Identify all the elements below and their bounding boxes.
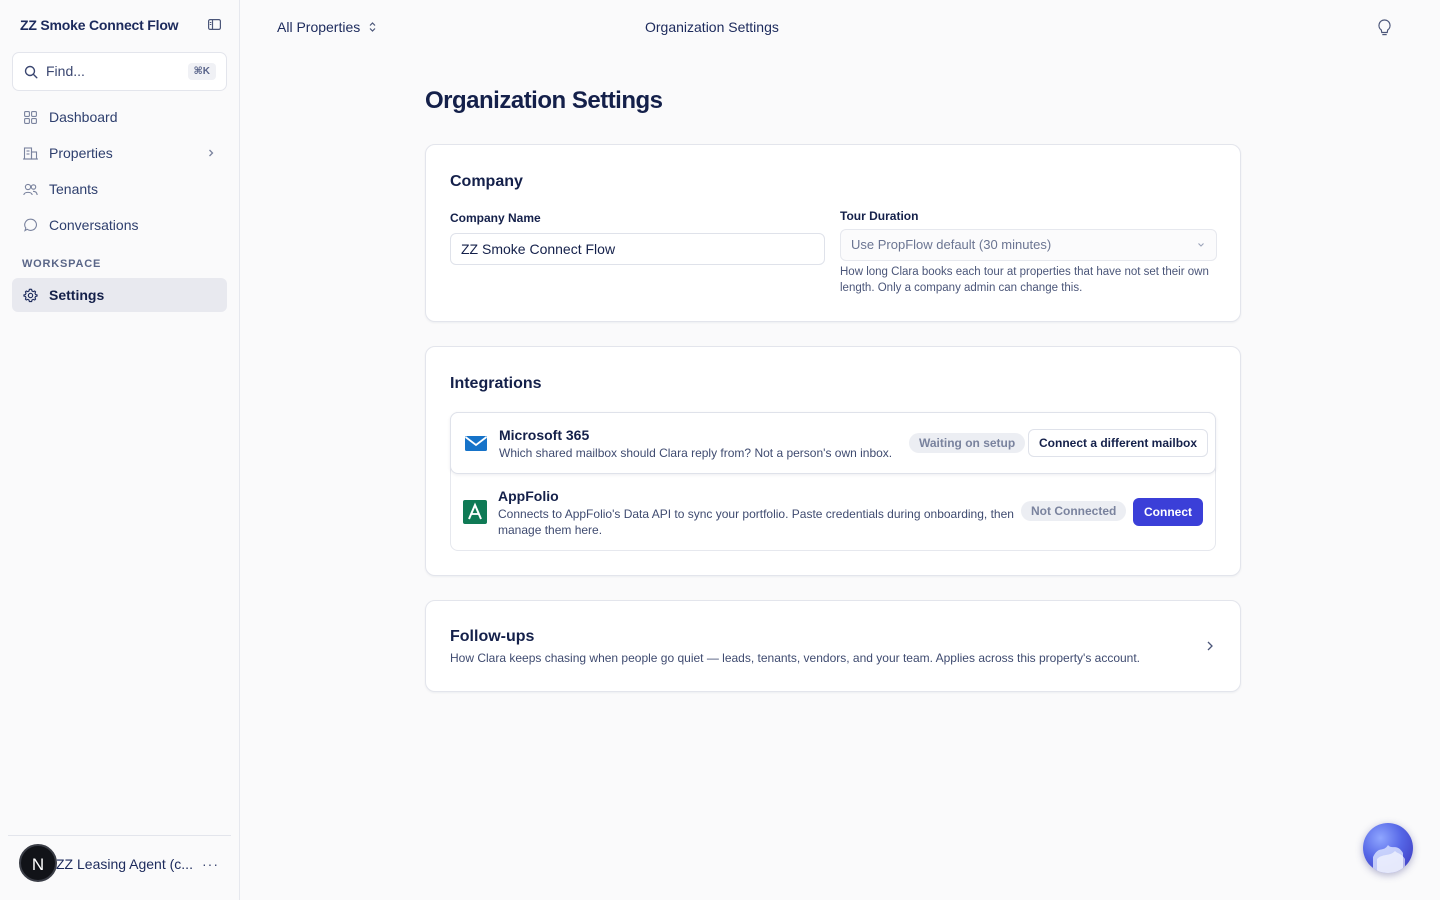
microsoft-365-name: Microsoft 365 bbox=[499, 427, 590, 443]
chat-icon bbox=[23, 218, 38, 233]
company-name-input[interactable]: ZZ Smoke Connect Flow bbox=[450, 233, 825, 265]
chevron-right-icon[interactable] bbox=[207, 147, 215, 159]
connect-different-mailbox-button[interactable]: Connect a different mailbox bbox=[1028, 429, 1209, 457]
users-icon bbox=[23, 182, 38, 197]
sidebar-item-tenants[interactable]: Tenants bbox=[12, 172, 227, 206]
sidebar-item-label: Properties bbox=[49, 145, 113, 161]
chevron-right-icon bbox=[1207, 641, 1213, 651]
search-placeholder: Find... bbox=[46, 63, 85, 79]
search-box[interactable]: Find... ⌘K bbox=[12, 52, 227, 91]
appfolio-name: AppFolio bbox=[498, 488, 559, 504]
tour-duration-select[interactable]: Use PropFlow default (30 minutes) bbox=[840, 229, 1217, 261]
topbar-title: Organization Settings bbox=[645, 19, 779, 35]
sidebar-item-label: Conversations bbox=[49, 217, 139, 233]
sidebar-item-label: Tenants bbox=[49, 181, 99, 197]
assistant-orb-icon bbox=[1373, 845, 1405, 873]
tour-duration-value: Use PropFlow default (30 minutes) bbox=[851, 237, 1052, 252]
chevron-up-down-icon bbox=[369, 22, 376, 32]
appfolio-description: Connects to AppFolio's Data API to sync … bbox=[498, 507, 1014, 537]
avatar[interactable]: N bbox=[19, 844, 57, 882]
followups-description: How Clara keeps chasing when people go q… bbox=[450, 651, 1141, 665]
sidebar-item-settings[interactable]: Settings bbox=[12, 278, 227, 312]
search-icon bbox=[24, 65, 38, 79]
chevron-down-icon bbox=[1198, 243, 1204, 247]
gear-icon bbox=[23, 288, 38, 303]
status-badge: Not Connected bbox=[1021, 501, 1127, 521]
user-name: ZZ Leasing Agent (c... bbox=[56, 856, 193, 872]
top-bar: All Properties Organization Settings bbox=[240, 0, 1440, 56]
sidebar-item-conversations[interactable]: Conversations bbox=[12, 208, 227, 242]
connect-button[interactable]: Connect bbox=[1133, 498, 1203, 526]
sidebar: ZZ Smoke Connect Flow Find... ⌘K Dashboa… bbox=[0, 0, 240, 900]
mail-icon bbox=[464, 436, 488, 451]
sidebar-item-dashboard[interactable]: Dashboard bbox=[12, 100, 227, 134]
user-menu[interactable]: N ZZ Leasing Agent (c... ··· bbox=[8, 835, 231, 891]
sidebar-header: ZZ Smoke Connect Flow bbox=[20, 17, 224, 33]
tour-duration-label: Tour Duration bbox=[840, 209, 919, 223]
appfolio-logo-icon bbox=[463, 500, 487, 524]
microsoft-365-row: Microsoft 365 Which shared mailbox shoul… bbox=[450, 412, 1216, 474]
search-shortcut: ⌘K bbox=[187, 63, 216, 80]
grid-icon bbox=[23, 110, 38, 125]
appfolio-row: AppFolio Connects to AppFolio's Data API… bbox=[450, 474, 1216, 550]
sidebar-item-label: Dashboard bbox=[49, 109, 118, 125]
followups-heading: Follow-ups bbox=[450, 628, 535, 645]
integrations-heading: Integrations bbox=[450, 375, 542, 392]
workspace-title: ZZ Smoke Connect Flow bbox=[20, 17, 179, 33]
lightbulb-icon[interactable] bbox=[1377, 19, 1392, 37]
tour-duration-help: How long Clara books each tour at proper… bbox=[840, 266, 1209, 294]
workspace-section-label: WORKSPACE bbox=[22, 258, 102, 270]
sidebar-item-properties[interactable]: Properties bbox=[12, 136, 227, 170]
more-options-button[interactable]: ··· bbox=[202, 856, 219, 872]
page-title: Organization Settings bbox=[425, 87, 663, 114]
assistant-button[interactable] bbox=[1363, 823, 1413, 873]
property-switcher[interactable]: All Properties bbox=[277, 19, 377, 35]
company-card: Company Company Name ZZ Smoke Connect Fl… bbox=[425, 144, 1241, 322]
status-badge: Waiting on setup bbox=[909, 433, 1026, 453]
followups-card[interactable]: Follow-ups How Clara keeps chasing when … bbox=[425, 600, 1241, 692]
sidebar-toggle-icon[interactable] bbox=[208, 19, 221, 30]
building-icon bbox=[23, 146, 38, 161]
integrations-card: Integrations Microsoft 365 Which shared … bbox=[425, 346, 1241, 576]
microsoft-365-description: Which shared mailbox should Clara reply … bbox=[499, 446, 893, 460]
company-name-label: Company Name bbox=[450, 211, 541, 225]
property-switcher-label: All Properties bbox=[277, 19, 361, 35]
sidebar-item-label: Settings bbox=[49, 287, 105, 303]
company-heading: Company bbox=[450, 173, 523, 190]
